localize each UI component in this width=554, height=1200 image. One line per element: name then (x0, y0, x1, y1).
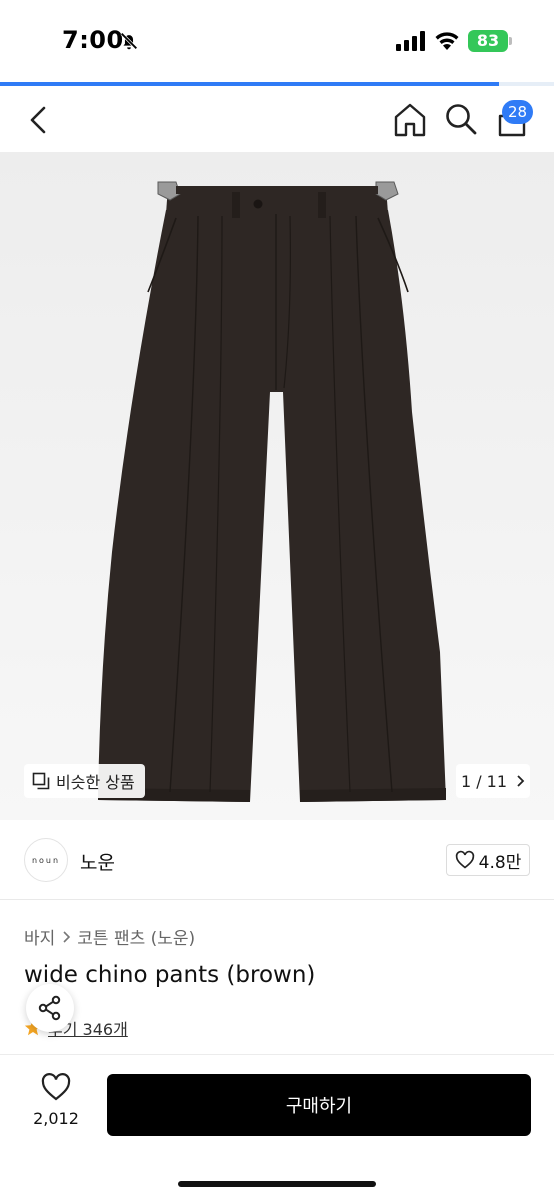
search-button[interactable] (444, 102, 478, 136)
wifi-icon (435, 32, 459, 50)
status-time: 7:00 (62, 26, 124, 54)
product-photo (98, 181, 446, 802)
share-icon (38, 995, 61, 1021)
bell-off-icon (120, 32, 138, 50)
product-image-gallery[interactable] (0, 152, 554, 820)
breadcrumb: 바지 코튼 팬츠 (노운) (24, 924, 195, 949)
wishlist-count: 2,012 (33, 1109, 79, 1128)
brand-logo[interactable]: noun (24, 838, 68, 882)
gallery-page-indicator[interactable]: 1 / 11 (456, 764, 530, 798)
back-button[interactable] (22, 100, 58, 140)
brand-name[interactable]: 노운 (80, 848, 115, 875)
status-bar: 7:00 83 (0, 0, 554, 82)
battery-nub (509, 37, 512, 45)
cellular-signal-icon (396, 31, 425, 51)
wishlist-button[interactable]: 2,012 (24, 1073, 88, 1143)
heart-outline-icon (455, 850, 474, 869)
home-button[interactable] (392, 102, 428, 138)
chevron-right-icon (517, 775, 525, 787)
bottom-action-bar: 2,012 구매하기 (0, 1054, 554, 1200)
brand-row[interactable]: noun 노운 4.8만 (0, 820, 554, 900)
gallery-page-text: 1 / 11 (460, 771, 508, 791)
similar-products-icon (32, 772, 50, 790)
chevron-right-icon (63, 930, 71, 943)
similar-products-button[interactable]: 비슷한 상품 (24, 764, 145, 798)
similar-products-label: 비슷한 상품 (56, 773, 135, 792)
buy-button[interactable]: 구매하기 (107, 1074, 531, 1136)
breadcrumb-category[interactable]: 바지 (24, 924, 55, 949)
brand-like-count: 4.8만 (478, 852, 522, 873)
product-title: wide chino pants (brown) (24, 962, 316, 988)
share-button[interactable] (26, 984, 74, 1032)
battery-icon: 83 (468, 30, 508, 52)
heart-outline-icon (41, 1073, 71, 1101)
breadcrumb-subcategory[interactable]: 코튼 팬츠 (노운) (77, 924, 195, 949)
cart-count-badge: 28 (502, 100, 534, 124)
nav-header (0, 86, 554, 152)
brand-like-button[interactable]: 4.8만 (446, 844, 530, 876)
home-indicator (178, 1181, 376, 1187)
